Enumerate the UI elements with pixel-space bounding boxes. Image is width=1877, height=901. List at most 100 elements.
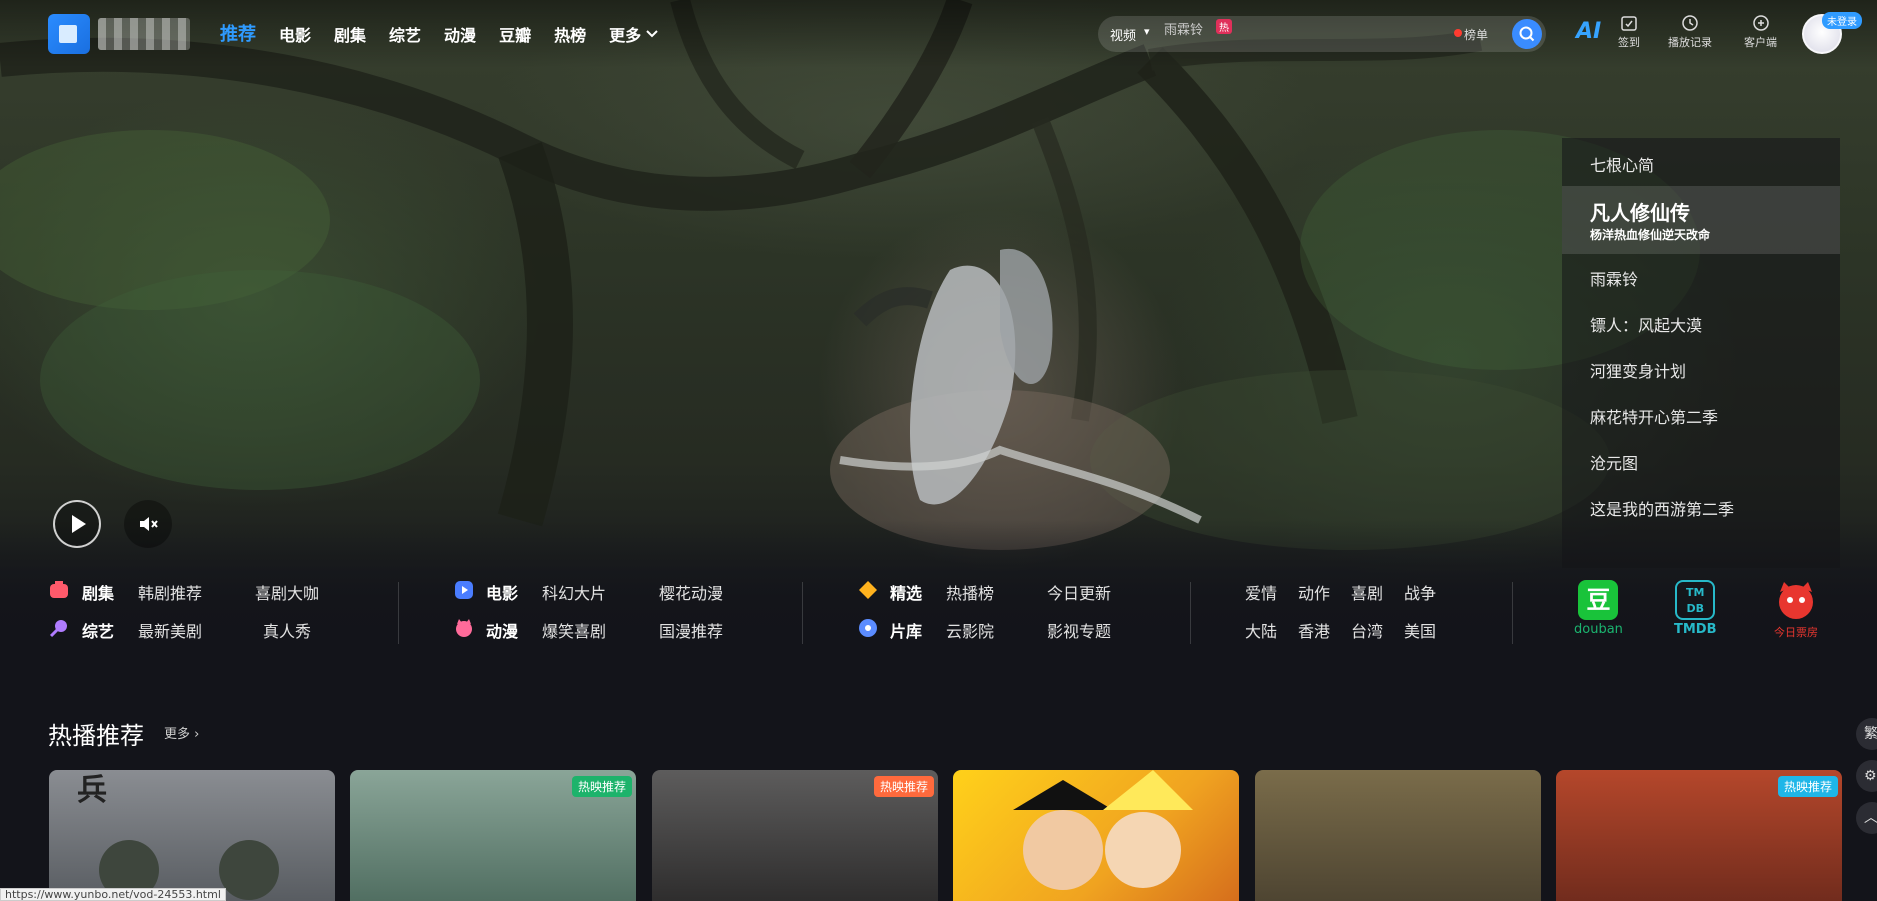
svg-text:兵: 兵 bbox=[77, 773, 107, 808]
mute-icon bbox=[140, 517, 158, 531]
video-card[interactable]: 兵 bbox=[49, 770, 335, 901]
search-box: 视频 ▾ 雨霖铃 热 榜单 bbox=[1098, 16, 1546, 52]
region-link[interactable]: 台湾 bbox=[1351, 618, 1383, 642]
video-card[interactable]: 热映推荐 bbox=[350, 770, 636, 901]
category-library[interactable]: 片库 bbox=[890, 618, 922, 642]
douban-link[interactable]: 豆 douban bbox=[1574, 580, 1623, 637]
nav-item-anime[interactable]: 动漫 bbox=[444, 22, 476, 46]
play-button[interactable] bbox=[53, 500, 101, 548]
ai-button[interactable]: AI bbox=[1576, 19, 1601, 44]
nav-item-recommend[interactable]: 推荐 bbox=[220, 20, 256, 46]
nav-item-douban[interactable]: 豆瓣 bbox=[499, 22, 531, 46]
category-link[interactable]: 爆笑喜剧 bbox=[542, 618, 606, 642]
category-link[interactable]: 热播榜 bbox=[946, 580, 994, 604]
genre-link[interactable]: 爱情 bbox=[1245, 580, 1277, 604]
history-label: 播放记录 bbox=[1668, 36, 1712, 49]
video-card[interactable] bbox=[1255, 770, 1541, 901]
category-link[interactable]: 喜剧大咖 bbox=[255, 580, 319, 604]
mute-button[interactable] bbox=[124, 500, 172, 548]
rank-link[interactable]: 榜单 bbox=[1464, 26, 1488, 43]
playlist-active-title: 凡人修仙传 bbox=[1590, 201, 1690, 225]
nav-item-series[interactable]: 剧集 bbox=[334, 22, 366, 46]
nav-item-more[interactable]: 更多 bbox=[609, 22, 659, 46]
site-logo-text[interactable] bbox=[98, 18, 190, 50]
category-link[interactable]: 影视专题 bbox=[1047, 618, 1111, 642]
divider bbox=[398, 582, 399, 644]
status-bar-url: https://www.yunbo.net/vod-24553.html bbox=[0, 888, 226, 901]
divider bbox=[802, 582, 803, 644]
playlist-item[interactable]: 七根心简 bbox=[1590, 152, 1654, 176]
category-variety[interactable]: 综艺 bbox=[82, 618, 114, 642]
video-card[interactable]: 热映推荐 bbox=[652, 770, 938, 901]
mic-icon bbox=[49, 620, 67, 638]
category-movie[interactable]: 电影 bbox=[486, 580, 518, 604]
hero-playlist: 七根心简 凡人修仙传 杨洋热血修仙逆天改命 雨霖铃 镖人：风起大漠 河狸变身计划… bbox=[1562, 138, 1840, 568]
nav-item-variety[interactable]: 综艺 bbox=[389, 22, 421, 46]
region-link[interactable]: 美国 bbox=[1404, 618, 1436, 642]
maoyan-link[interactable]: 今日票房 bbox=[1774, 580, 1818, 640]
category-anime[interactable]: 动漫 bbox=[486, 618, 518, 642]
douban-icon: 豆 bbox=[1578, 580, 1619, 620]
category-featured[interactable]: 精选 bbox=[890, 580, 922, 604]
client-button[interactable]: 客户端 bbox=[1744, 14, 1777, 50]
diamond-icon bbox=[859, 581, 877, 599]
playlist-item[interactable]: 麻花特开心第二季 bbox=[1590, 404, 1718, 428]
playlist-item[interactable]: 这是我的西游第二季 bbox=[1590, 496, 1734, 520]
category-link[interactable]: 今日更新 bbox=[1047, 580, 1111, 604]
poster-image: 兵 bbox=[77, 773, 279, 900]
playlist-active-subtitle: 杨洋热血修仙逆天改命 bbox=[1590, 228, 1711, 242]
search-input[interactable]: 雨霖铃 bbox=[1164, 19, 1203, 38]
checkin-button[interactable]: 签到 bbox=[1618, 14, 1640, 50]
playlist-item[interactable]: 沧元图 bbox=[1590, 450, 1638, 474]
category-link[interactable]: 韩剧推荐 bbox=[138, 580, 202, 604]
playlist-item-active[interactable]: 凡人修仙传 杨洋热血修仙逆天改命 bbox=[1562, 186, 1840, 254]
video-card[interactable]: 热映推荐 bbox=[1556, 770, 1842, 901]
checkin-icon bbox=[1621, 16, 1637, 31]
back-to-top-button[interactable]: ︿ bbox=[1856, 802, 1877, 834]
poster-image bbox=[1013, 770, 1193, 890]
play-icon bbox=[72, 515, 86, 533]
tv-icon bbox=[50, 581, 68, 598]
nav-more-label: 更多 bbox=[609, 26, 642, 45]
library-icon bbox=[859, 619, 877, 637]
playlist-item[interactable]: 镖人：风起大漠 bbox=[1590, 312, 1702, 336]
video-card[interactable] bbox=[953, 770, 1239, 901]
genre-link[interactable]: 动作 bbox=[1298, 580, 1330, 604]
tmdb-link[interactable]: TM DB TMDB bbox=[1674, 580, 1717, 637]
nav-item-hot[interactable]: 热榜 bbox=[554, 22, 586, 46]
traditional-chinese-button[interactable]: 繁 bbox=[1856, 718, 1877, 750]
nav-item-movie[interactable]: 电影 bbox=[279, 22, 311, 46]
hot-tag: 热映推荐 bbox=[873, 776, 934, 797]
site-logo[interactable] bbox=[48, 14, 90, 54]
category-link[interactable]: 科幻大片 bbox=[542, 580, 606, 604]
category-link[interactable]: 云影院 bbox=[946, 618, 994, 642]
category-link[interactable]: 国漫推荐 bbox=[659, 618, 723, 642]
login-status-badge[interactable]: 未登录 bbox=[1822, 12, 1862, 29]
douban-label: douban bbox=[1574, 622, 1623, 637]
tmdb-icon: TM DB bbox=[1675, 580, 1716, 620]
category-series[interactable]: 剧集 bbox=[82, 580, 114, 604]
history-button[interactable]: 播放记录 bbox=[1668, 14, 1712, 50]
search-icon bbox=[1519, 26, 1535, 42]
search-category[interactable]: 视频 bbox=[1110, 25, 1136, 44]
settings-button[interactable]: ⚙ bbox=[1856, 760, 1877, 792]
section-more-link[interactable]: 更多 › bbox=[164, 723, 199, 742]
playlist-item[interactable]: 雨霖铃 bbox=[1590, 266, 1638, 290]
chevron-down-icon[interactable]: ▾ bbox=[1144, 25, 1150, 38]
divider bbox=[1512, 582, 1513, 644]
region-link[interactable]: 香港 bbox=[1298, 618, 1330, 642]
tmdb-label: TMDB bbox=[1674, 622, 1717, 637]
region-link[interactable]: 大陆 bbox=[1245, 618, 1277, 642]
cat-face-icon bbox=[456, 619, 472, 637]
chevron-down-icon bbox=[646, 30, 658, 38]
genre-link[interactable]: 喜剧 bbox=[1351, 580, 1383, 604]
category-link[interactable]: 最新美剧 bbox=[138, 618, 202, 642]
category-link[interactable]: 樱花动漫 bbox=[659, 580, 723, 604]
client-icon bbox=[1752, 15, 1769, 31]
cat-logo-icon bbox=[1779, 582, 1813, 619]
genre-link[interactable]: 战争 bbox=[1404, 580, 1436, 604]
search-button[interactable] bbox=[1512, 19, 1542, 49]
category-link[interactable]: 真人秀 bbox=[263, 618, 311, 642]
playlist-item[interactable]: 河狸变身计划 bbox=[1590, 358, 1686, 382]
divider bbox=[1190, 582, 1191, 644]
